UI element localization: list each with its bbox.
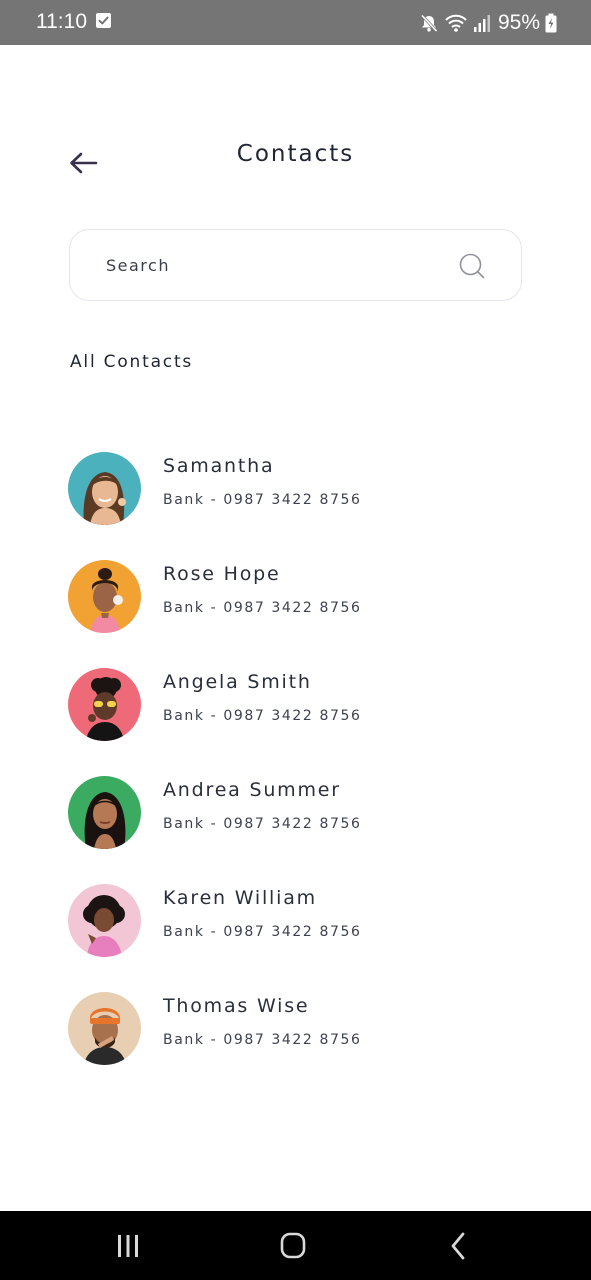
contact-item-samantha[interactable]: Samantha Bank - 0987 3422 8756 [68, 452, 538, 560]
battery-percent: 95% [497, 11, 540, 34]
contact-name: Samantha [163, 455, 275, 477]
contact-item-andrea-summer[interactable]: Andrea Summer Bank - 0987 3422 8756 [68, 776, 538, 884]
page-title: Contacts [236, 141, 355, 167]
contact-bank-detail: Bank - 0987 3422 8756 [163, 600, 362, 616]
wifi-icon [444, 13, 468, 33]
avatar [68, 992, 141, 1065]
search-box[interactable] [69, 229, 522, 301]
battery-charging-icon [545, 13, 557, 33]
contact-name: Karen William [163, 887, 317, 909]
contact-name: Thomas Wise [163, 995, 310, 1017]
contact-item-rose-hope[interactable]: Rose Hope Bank - 0987 3422 8756 [68, 560, 538, 668]
avatar [68, 560, 141, 633]
recent-apps-button[interactable] [108, 1229, 148, 1263]
contact-bank-detail: Bank - 0987 3422 8756 [163, 708, 362, 724]
contact-bank-detail: Bank - 0987 3422 8756 [163, 816, 362, 832]
contact-item-thomas-wise[interactable]: Thomas Wise Bank - 0987 3422 8756 [68, 992, 538, 1100]
home-button[interactable] [273, 1229, 313, 1263]
recent-apps-icon [108, 1229, 148, 1263]
contact-list: Samantha Bank - 0987 3422 8756 Rose Hope… [68, 452, 538, 1100]
avatar [68, 884, 141, 957]
search-input[interactable] [106, 250, 446, 280]
avatar [68, 776, 141, 849]
avatar [68, 668, 141, 741]
contact-bank-detail: Bank - 0987 3422 8756 [163, 924, 362, 940]
back-icon [438, 1229, 478, 1263]
status-time: 11:10 [36, 10, 87, 33]
system-nav-bar [0, 1211, 591, 1280]
contact-name: Andrea Summer [163, 779, 341, 801]
contact-bank-detail: Bank - 0987 3422 8756 [163, 1032, 362, 1048]
section-label-all-contacts: All Contacts [70, 352, 194, 372]
home-icon [273, 1229, 313, 1263]
contact-name: Angela Smith [163, 671, 312, 693]
nav-back-button[interactable] [438, 1229, 478, 1263]
contact-item-karen-william[interactable]: Karen William Bank - 0987 3422 8756 [68, 884, 538, 992]
checkbox-notification-icon [96, 13, 111, 28]
contact-item-angela-smith[interactable]: Angela Smith Bank - 0987 3422 8756 [68, 668, 538, 776]
status-icons: 95% [419, 10, 557, 36]
contact-name: Rose Hope [163, 563, 281, 585]
status-bar: 11:10 95% [0, 0, 591, 45]
mute-icon [419, 13, 439, 33]
avatar [68, 452, 141, 525]
signal-icon [473, 13, 491, 33]
search-icon[interactable] [458, 252, 486, 280]
contact-bank-detail: Bank - 0987 3422 8756 [163, 492, 362, 508]
